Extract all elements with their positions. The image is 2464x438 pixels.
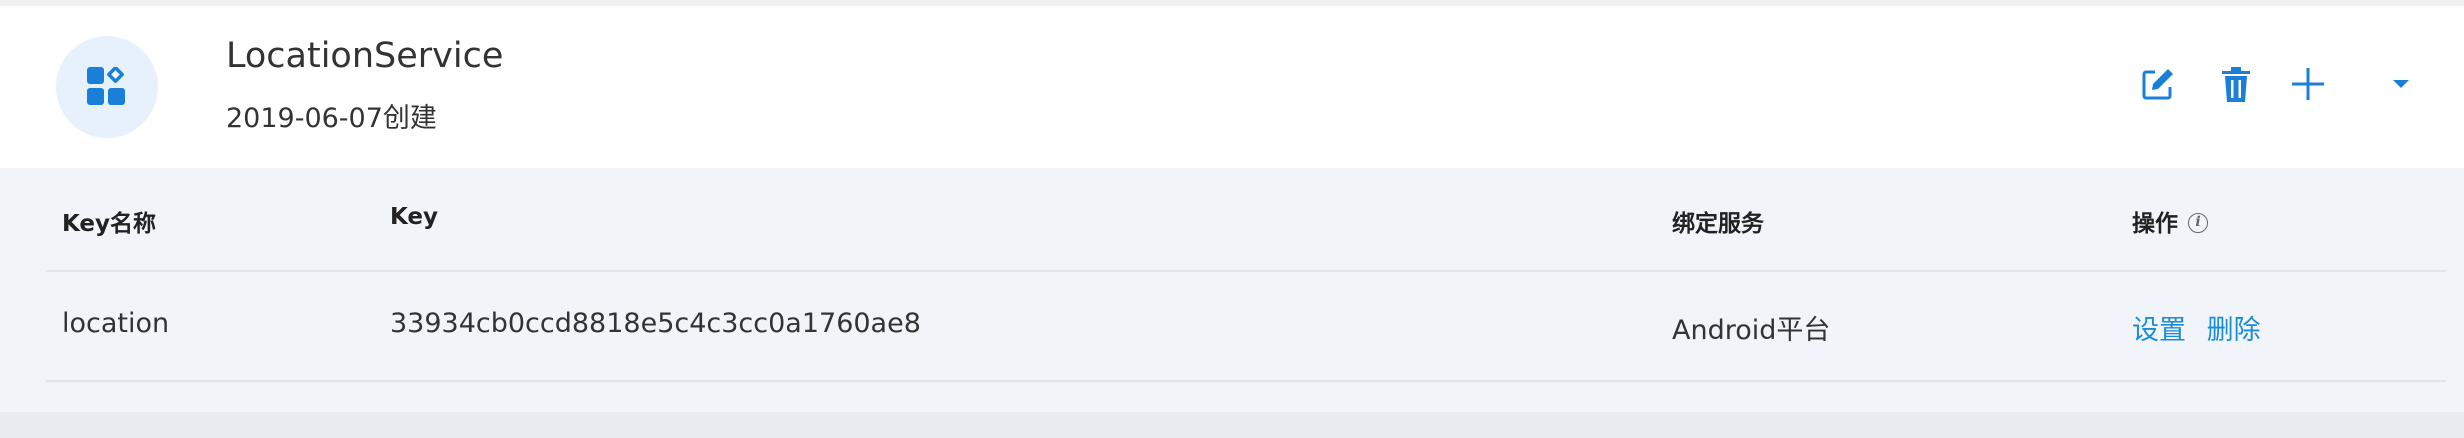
cell-bound-service: Android平台 [1672, 315, 1831, 346]
col-bound-service: 绑定服务 [1672, 211, 1764, 237]
app-name: LocationService [226, 36, 504, 76]
cell-key: 33934cb0ccd8818e5c4c3cc0a1760ae8 [390, 308, 921, 339]
info-icon[interactable]: i [2188, 212, 2208, 233]
keys-table: Key名称 Key 绑定服务 操作 i location 33934cb0ccd8… [0, 168, 2464, 412]
edit-icon[interactable] [2140, 66, 2176, 102]
col-operations-label: 操作 [2132, 211, 2178, 237]
table-header: Key名称 Key 绑定服务 操作 i [46, 168, 2446, 272]
col-key-name: Key名称 [62, 211, 157, 237]
app-grid-icon [56, 36, 158, 138]
delete-link[interactable]: 删除 [2207, 315, 2261, 346]
cell-operations: 设置 删除 [2132, 308, 2261, 347]
cell-key-name: location [62, 308, 170, 339]
settings-link[interactable]: 设置 [2132, 315, 2186, 346]
trash-icon[interactable] [2220, 66, 2252, 104]
bottom-divider [0, 412, 2464, 438]
col-key: Key [390, 204, 439, 230]
plus-icon[interactable] [2290, 66, 2326, 102]
col-operations: 操作 i [2132, 204, 2208, 238]
table-row: location 33934cb0ccd8818e5c4c3cc0a1760ae… [46, 272, 2446, 382]
caret-down-icon[interactable] [2392, 78, 2410, 90]
app-created-date: 2019-06-07创建 [226, 103, 437, 134]
app-card-header: LocationService 2019-06-07创建 [0, 6, 2464, 168]
